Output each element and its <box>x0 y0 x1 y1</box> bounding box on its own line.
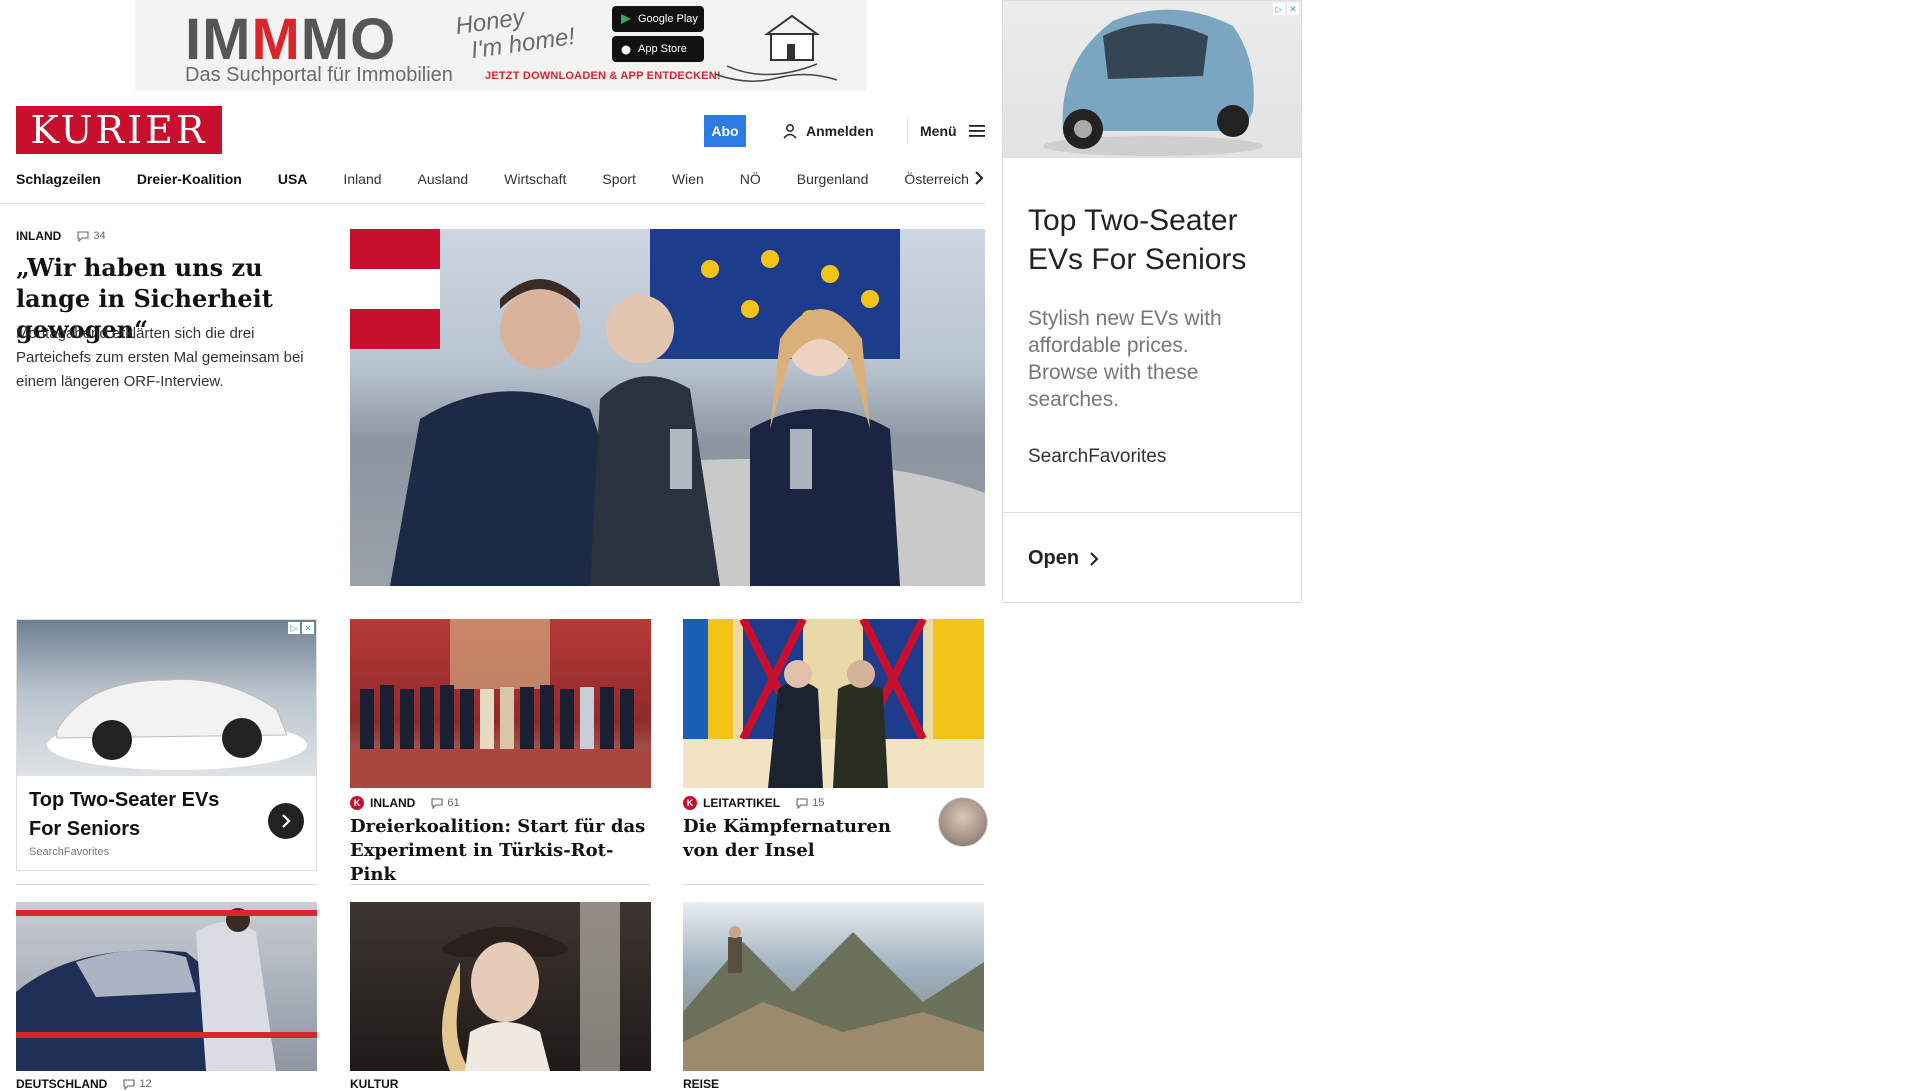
banner-slogan: Honey I'm home! <box>453 3 577 65</box>
main-navigation: Schlagzeilen Dreier-Koalition USA Inland… <box>16 166 982 192</box>
nav-item-wien[interactable]: Wien <box>672 171 704 187</box>
comment-icon <box>431 797 443 809</box>
card-divider <box>16 884 317 885</box>
google-play-badge[interactable]: Google Play <box>612 6 704 32</box>
house-hand-icon <box>714 14 838 82</box>
app-store-badge[interactable]: App Store <box>612 36 704 62</box>
article-meta: K INLAND 61 <box>350 796 460 810</box>
nav-item-usa[interactable]: USA <box>278 171 308 187</box>
article-image[interactable] <box>683 902 984 1071</box>
kurier-plus-icon: K <box>683 796 697 810</box>
lead-comment-count[interactable]: 34 <box>77 230 106 242</box>
car-photo <box>47 678 307 770</box>
nav-item-dreier-koalition[interactable]: Dreier-Koalition <box>137 171 242 187</box>
ad-info-icon[interactable]: ▷ <box>288 622 300 634</box>
sidebar-ad-title[interactable]: Top Two-Seater EVs For Seniors <box>1028 201 1278 279</box>
article-comment-count[interactable]: 61 <box>431 797 460 809</box>
header-divider <box>907 118 908 144</box>
nav-item-ausland[interactable]: Ausland <box>418 171 469 187</box>
government-photo <box>350 619 651 788</box>
open-label: Open <box>1028 547 1080 569</box>
sponsored-card-source: SearchFavorites <box>29 846 110 858</box>
lead-teaser: Montagabend erklärten sich die drei Part… <box>16 325 304 390</box>
sponsored-card-title[interactable]: Top Two-Seater EVs For Seniors <box>29 786 249 844</box>
sidebar-ad[interactable]: ▷ ✕ Top Two-Seater EVs For Seniors Stylis… <box>1002 0 1302 603</box>
nav-item-burgenland[interactable]: Burgenland <box>797 171 869 187</box>
kurier-plus-icon: K <box>350 796 364 810</box>
article-comment-count[interactable]: 15 <box>796 797 824 809</box>
menu-label: Menü <box>920 123 957 139</box>
article-meta: KULTUR <box>350 1077 398 1091</box>
ad-close-icon[interactable]: ✕ <box>1287 3 1299 15</box>
ad-choices[interactable]: ▷ ✕ <box>288 622 314 634</box>
nav-item-inland[interactable]: Inland <box>343 171 381 187</box>
ad-choices[interactable]: ▷ ✕ <box>1273 3 1299 15</box>
comment-icon <box>77 230 89 242</box>
nav-underline <box>0 203 985 204</box>
article-image[interactable] <box>16 902 317 1071</box>
article-image[interactable] <box>683 619 984 788</box>
sponsored-card-image: ▷ ✕ <box>17 620 316 776</box>
chevron-right-icon <box>282 814 291 828</box>
article-meta: REISE <box>683 1077 719 1091</box>
sponsored-card[interactable]: ▷ ✕ Top Two-Seater EVs For Seniors Search… <box>16 619 317 871</box>
sidebar-ad-image: ▷ ✕ <box>1003 1 1301 158</box>
immmo-subtitle: Das Suchportal für Immobilien <box>185 64 453 86</box>
leaders-photo <box>683 619 984 788</box>
nav-item-wirtschaft[interactable]: Wirtschaft <box>504 171 566 187</box>
user-icon <box>783 124 797 139</box>
article-category[interactable]: DEUTSCHLAND <box>16 1077 107 1091</box>
article-headline[interactable]: Dreierkoalition: Start für das Experimen… <box>350 815 651 887</box>
sidebar-ad-open-button[interactable]: Open <box>1028 547 1099 570</box>
ad-close-icon[interactable]: ✕ <box>302 622 314 634</box>
hamburger-icon <box>968 125 985 137</box>
immmo-logo: IMMMO <box>185 7 397 72</box>
car-crash-photo <box>16 908 317 1071</box>
nav-item-sport[interactable]: Sport <box>602 171 635 187</box>
sidebar-ad-description: Stylish new EVs with affordable prices. … <box>1028 307 1222 411</box>
comment-icon <box>796 797 808 809</box>
article-category[interactable]: INLAND <box>370 796 415 810</box>
card-divider <box>350 884 651 885</box>
banner-cta[interactable]: JETZT DOWNLOADEN & APP ENTDECKEN! <box>485 70 721 82</box>
lead-photo <box>350 229 985 586</box>
sidebar-ad-source: SearchFavorites <box>1028 446 1167 467</box>
article-category[interactable]: REISE <box>683 1077 719 1091</box>
kurier-logo[interactable]: KURIER <box>16 106 222 154</box>
nav-scroll-right-button[interactable] <box>970 168 988 188</box>
article-category[interactable]: LEITARTIKEL <box>703 796 780 810</box>
article-category[interactable]: KULTUR <box>350 1077 398 1091</box>
immo-app-banner[interactable]: IMMMO Das Suchportal für Immobilien Hone… <box>135 0 867 90</box>
lead-meta: INLAND 34 <box>16 229 106 243</box>
article-meta: DEUTSCHLAND 12 <box>16 1077 152 1091</box>
microcar-photo <box>1043 9 1263 156</box>
login-label: Anmelden <box>806 123 874 139</box>
article-image[interactable] <box>350 619 651 788</box>
article-headline[interactable]: Die Kämpfernaturen von der Insel <box>683 815 923 863</box>
ad-info-icon[interactable]: ▷ <box>1273 3 1285 15</box>
sponsored-card-arrow-button[interactable] <box>268 803 304 839</box>
card-divider <box>683 884 984 885</box>
menu-button[interactable]: Menü <box>920 120 985 142</box>
nav-item-oesterreich[interactable]: Österreich <box>904 171 969 187</box>
abo-button[interactable]: Abo <box>704 115 746 147</box>
author-avatar[interactable] <box>938 797 988 847</box>
mountain-photo <box>683 926 984 1071</box>
comment-icon <box>123 1078 135 1090</box>
play-store-icon <box>621 14 631 24</box>
portrait-photo <box>442 902 620 1071</box>
nav-item-schlagzeilen[interactable]: Schlagzeilen <box>16 171 101 187</box>
chevron-right-icon <box>975 171 984 185</box>
lead-image[interactable] <box>350 229 985 586</box>
article-image[interactable] <box>350 902 651 1071</box>
lead-category[interactable]: INLAND <box>16 229 61 243</box>
nav-item-noe[interactable]: NÖ <box>740 171 761 187</box>
sidebar-ad-divider <box>1003 512 1301 513</box>
login-button[interactable]: Anmelden <box>782 120 874 142</box>
apple-icon <box>621 45 631 55</box>
chevron-right-icon <box>1090 551 1099 566</box>
article-meta: K LEITARTIKEL 15 <box>683 796 824 810</box>
